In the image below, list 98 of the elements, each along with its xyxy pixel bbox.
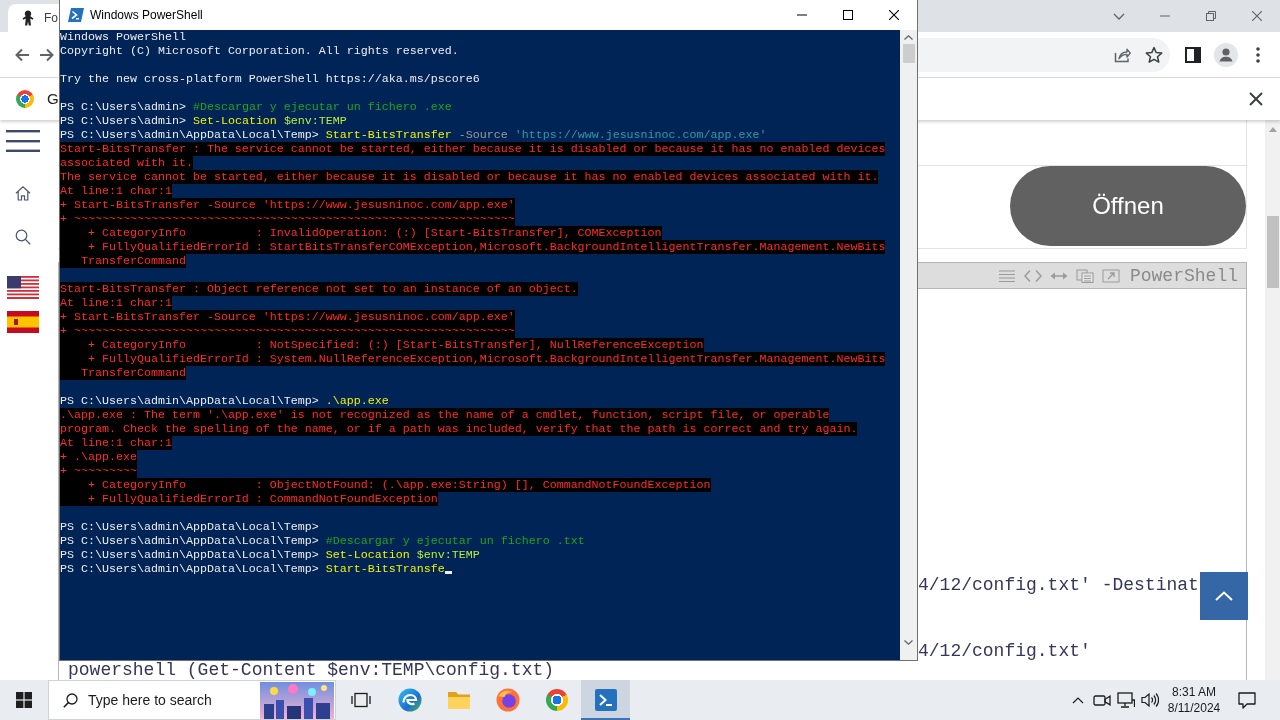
error-text: Start-BitsTransfer : The service cannot be started, either because it is disabled or because it has no enabled devices bbox=[60, 142, 886, 156]
search-icon[interactable] bbox=[14, 228, 31, 245]
terminal-icon bbox=[594, 689, 617, 711]
error-text: .\app.exe : The term '.\app.exe' is not recognized as the name of a cmdlet, function, script file, or operable bbox=[60, 408, 830, 422]
taskbar-app-button[interactable] bbox=[581, 680, 630, 720]
prompt-text: PS C:\Users\admin\AppData\Local\Temp> bbox=[60, 562, 319, 576]
side-panel-icon bbox=[1185, 46, 1201, 63]
prompt-text: PS C:\Users\admin\AppData\Local\Temp> bbox=[60, 520, 319, 534]
spain-flag-icon[interactable] bbox=[6, 311, 39, 334]
error-text: + FullyQualifiedErrorId : StartBitsTransferCOMException,Microsoft.BackgroundIntelligentTransfer.Management.NewBits bbox=[60, 240, 886, 254]
maximize-icon bbox=[843, 10, 853, 20]
parameter-text: -Source bbox=[458, 128, 508, 142]
code-line: 4/12/config.txt' -Destinat bbox=[918, 576, 1199, 594]
console-text: Windows PowerShell bbox=[60, 30, 186, 44]
error-text: + ~~~~~~~~~~~~~~~~~~~~~~~~~~~~~~~~~~~~~~~~~~~~~~~~~~~~~~~~~~~~~~~ bbox=[60, 324, 515, 338]
error-text: TransferCommand bbox=[60, 366, 186, 380]
forward-arrow-icon bbox=[39, 46, 55, 63]
error-text: + CategoryInfo : ObjectNotFound: (.\app.exe:String) [], CommandNotFoundException bbox=[60, 478, 711, 492]
prompt-text: PS C:\Users\admin> bbox=[60, 100, 186, 114]
command-text: Start-BitsTransfer bbox=[325, 128, 452, 142]
more-dots-icon bbox=[1256, 46, 1260, 63]
browser-tab[interactable]: Fo bbox=[8, 4, 59, 32]
code-line: 4/12/config.txt' bbox=[918, 642, 1091, 660]
star-icon bbox=[1145, 45, 1163, 64]
minimize-icon bbox=[1160, 15, 1170, 17]
error-text: + FullyQualifiedErrorId : System.NullReferenceException,Microsoft.BackgroundIntelligentTransfer.Management.NewBits bbox=[60, 352, 886, 366]
chevron-down-icon bbox=[1113, 12, 1125, 20]
search-bar[interactable]: Type here to search bbox=[48, 680, 336, 720]
chevron-up-icon bbox=[1215, 591, 1233, 601]
folder-icon bbox=[446, 690, 471, 710]
back-arrow-icon bbox=[14, 46, 30, 63]
error-text: + CategoryInfo : InvalidOperation: (:) [Start-BitsTransfer], COMException bbox=[60, 226, 662, 240]
prompt-text: PS C:\Users\admin\AppData\Local\Temp> bbox=[60, 548, 319, 562]
avatar-icon bbox=[1214, 42, 1238, 67]
code-language-label: PowerShell bbox=[1129, 266, 1238, 285]
error-text: program. Check the spelling of the name, or if a path was included, verify that the path is correct and try again. bbox=[60, 422, 858, 436]
error-text: + Start-BitsTransfer -Source 'https://www.jesusninoc.com/app.exe' bbox=[60, 310, 515, 324]
error-text: + Start-BitsTransfer -Source 'https://www.jesusninoc.com/app.exe' bbox=[60, 198, 515, 212]
speaker-icon bbox=[1141, 692, 1159, 708]
video-camera-icon bbox=[1093, 693, 1111, 707]
address-field[interactable] bbox=[918, 37, 1170, 72]
command-text: Start-BitsTransfe bbox=[325, 562, 445, 576]
task-view-icon bbox=[350, 692, 371, 708]
open-button[interactable]: Öffnen bbox=[1010, 166, 1246, 246]
error-text: + .\app.exe bbox=[60, 450, 137, 464]
fox-globe-icon bbox=[495, 688, 520, 712]
prompt-text: PS C:\Users\admin\AppData\Local\Temp> bbox=[60, 534, 319, 548]
comment-text: #Descargar y ejecutar un fichero .exe bbox=[192, 100, 452, 114]
window-title: Windows PowerShell bbox=[90, 7, 203, 24]
close-icon bbox=[1252, 11, 1262, 21]
infobar-text: G bbox=[47, 88, 59, 109]
prompt-text: PS C:\Users\admin> bbox=[60, 114, 186, 128]
error-text: + CategoryInfo : NotSpecified: (:) [Start-BitsTransfer], NullReferenceException bbox=[60, 338, 704, 352]
network-monitor-icon bbox=[1117, 692, 1135, 708]
segmented-ring-icon bbox=[545, 689, 568, 711]
error-text: Start-BitsTransfer : Object reference not set to an instance of an object. bbox=[60, 282, 578, 296]
string-text: 'https://www.jesusninoc.com/app.exe' bbox=[514, 128, 767, 142]
swirl-icon bbox=[397, 688, 422, 712]
command-text: Set-Location bbox=[325, 548, 410, 562]
chevron-up-icon bbox=[1072, 696, 1084, 704]
variable-text: $env:TEMP bbox=[416, 548, 480, 562]
menu-icon[interactable] bbox=[5, 130, 40, 152]
error-text: + FullyQualifiedErrorId : CommandNotFoundException bbox=[60, 492, 438, 506]
prompt-text: PS C:\Users\admin\AppData\Local\Temp> bbox=[60, 128, 319, 142]
figure-icon bbox=[20, 10, 36, 26]
command-text: .\app.exe bbox=[325, 394, 389, 408]
error-text: The service cannot be started, either because it is disabled or because it has no enabled devices associated with it. bbox=[60, 170, 879, 184]
close-icon bbox=[889, 10, 899, 20]
search-icon bbox=[63, 692, 78, 708]
error-text: At line:1 char:1 bbox=[60, 436, 172, 450]
command-text: Set-Location bbox=[192, 114, 277, 128]
console-text: Try the new cross-platform PowerShell https://aka.ms/pscore6 bbox=[60, 72, 480, 86]
scroll-thumb[interactable] bbox=[1266, 216, 1279, 288]
search-input[interactable]: Type here to search bbox=[88, 689, 238, 711]
error-text: At line:1 char:1 bbox=[60, 296, 172, 310]
console-text: Copyright (C) Microsoft Corporation. All rights reserved. bbox=[60, 44, 459, 58]
segmented-ring-icon bbox=[16, 90, 34, 108]
comment-text: #Descargar y ejecutar un fichero .txt bbox=[325, 534, 585, 548]
caret-down-icon[interactable] bbox=[904, 640, 913, 646]
restore-icon bbox=[1206, 11, 1216, 21]
four-panes-icon bbox=[16, 692, 32, 708]
terminal-icon bbox=[68, 7, 84, 23]
home-icon[interactable] bbox=[14, 184, 31, 201]
clock-button[interactable]: 8:31 AM 8/11/2024 bbox=[1162, 680, 1226, 720]
error-text: + ~~~~~~~~~~~~~~~~~~~~~~~~~~~~~~~~~~~~~~~~~~~~~~~~~~~~~~~~~~~~~~~ bbox=[60, 212, 515, 226]
close-icon bbox=[1249, 92, 1263, 106]
scroll-thumb[interactable] bbox=[902, 44, 915, 63]
error-text: associated with it. bbox=[60, 156, 193, 170]
minimize-icon bbox=[797, 14, 807, 16]
variable-text: $env:TEMP bbox=[283, 114, 347, 128]
error-text: At line:1 char:1 bbox=[60, 184, 172, 198]
prompt-text: PS C:\Users\admin\AppData\Local\Temp> bbox=[60, 394, 319, 408]
us-flag-icon[interactable] bbox=[6, 276, 39, 300]
error-text: + ~~~~~~~~~ bbox=[60, 464, 137, 478]
error-text: TransferCommand bbox=[60, 254, 186, 268]
code-line: powershell (Get-Content $env:TEMP\config.txt) bbox=[68, 661, 555, 680]
notification-icon bbox=[1238, 691, 1256, 709]
caret-up-icon[interactable] bbox=[904, 35, 913, 40]
